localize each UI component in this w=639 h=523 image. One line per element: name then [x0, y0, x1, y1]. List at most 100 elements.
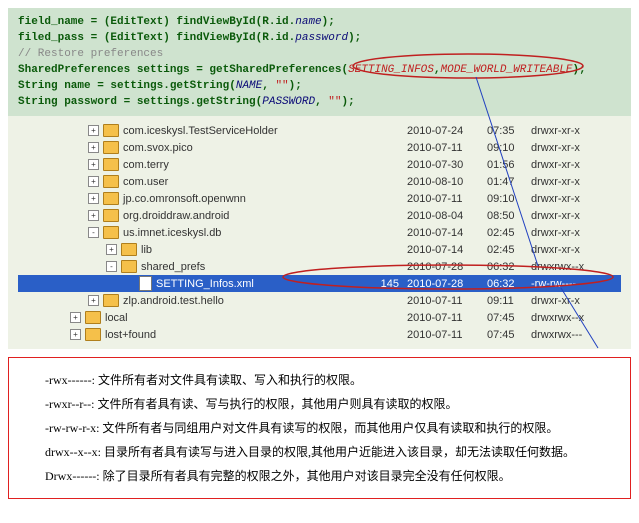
- col-date: 2010-07-11: [407, 312, 487, 324]
- col-permissions: drwxr-xr-x: [531, 142, 621, 154]
- col-date: 2010-07-30: [407, 159, 487, 171]
- col-date: 2010-07-28: [407, 278, 487, 290]
- node-name: us.imnet.iceskysl.db: [123, 227, 221, 239]
- col-permissions: drwxrwx--x: [531, 261, 621, 273]
- folder-icon: [85, 328, 101, 341]
- folder-icon: [103, 209, 119, 222]
- col-size: 145: [359, 278, 407, 290]
- folder-icon: [103, 175, 119, 188]
- node-name: org.droiddraw.android: [123, 210, 229, 222]
- expand-icon[interactable]: +: [88, 193, 99, 204]
- code-block: field_name = (EditText) findViewById(R.i…: [8, 8, 631, 116]
- permissions-explanation: -rwx------: 文件所有者对文件具有读取、写入和执行的权限。-rwxr-…: [8, 357, 631, 499]
- file-icon: [139, 276, 152, 291]
- code-line: // Restore preferences: [18, 46, 621, 62]
- col-date: 2010-07-28: [407, 261, 487, 273]
- col-time: 02:45: [487, 244, 531, 256]
- col-time: 09:10: [487, 193, 531, 205]
- col-date: 2010-07-14: [407, 244, 487, 256]
- expand-icon[interactable]: +: [88, 159, 99, 170]
- col-date: 2010-07-11: [407, 142, 487, 154]
- tree-folder-row[interactable]: + lost+found 2010-07-1107:45drwxrwx---: [18, 326, 621, 343]
- col-date: 2010-07-14: [407, 227, 487, 239]
- expand-icon[interactable]: +: [70, 329, 81, 340]
- node-name: com.terry: [123, 159, 169, 171]
- col-permissions: drwxr-xr-x: [531, 210, 621, 222]
- col-time: 09:10: [487, 142, 531, 154]
- tree-folder-row[interactable]: + jp.co.omronsoft.openwnn 2010-07-1109:10d…: [18, 190, 621, 207]
- folder-icon: [85, 311, 101, 324]
- col-date: 2010-07-11: [407, 329, 487, 341]
- col-time: 08:50: [487, 210, 531, 222]
- code-line: String name = settings.getString(NAME, "…: [18, 78, 621, 94]
- tree-folder-row[interactable]: + org.droiddraw.android 2010-08-0408:50drw…: [18, 207, 621, 224]
- folder-icon: [121, 260, 137, 273]
- node-name: jp.co.omronsoft.openwnn: [123, 193, 246, 205]
- tree-folder-row[interactable]: + zlp.android.test.hello 2010-07-1109:11dr…: [18, 292, 621, 309]
- col-time: 02:45: [487, 227, 531, 239]
- node-name: com.svox.pico: [123, 142, 193, 154]
- col-date: 2010-07-24: [407, 125, 487, 137]
- tree-folder-row[interactable]: +local2010-07-1107:45drwxrwx--x: [18, 309, 621, 326]
- folder-icon: [121, 243, 137, 256]
- col-date: 2010-08-04: [407, 210, 487, 222]
- col-time: 01:47: [487, 176, 531, 188]
- folder-icon: [103, 192, 119, 205]
- col-permissions: drwxr-xr-x: [531, 159, 621, 171]
- folder-icon: [103, 226, 119, 239]
- tree-file-row[interactable]: SETTING_Infos.xml 1452010-07-2806:32-rw-r…: [18, 275, 621, 292]
- col-permissions: -rw-rw----: [531, 278, 621, 290]
- permission-description: Drwx------: 除了目录所有者具有完整的权限之外，其他用户对该目录完全没…: [21, 464, 618, 488]
- node-name: shared_prefs: [141, 261, 205, 273]
- col-date: 2010-07-11: [407, 295, 487, 307]
- tree-folder-row[interactable]: + com.svox.pico 2010-07-1109:10drwxr-xr-x: [18, 139, 621, 156]
- permission-description: drwx--x--x: 目录所有者具有读写与进入目录的权限,其他用户近能进入该目…: [21, 440, 618, 464]
- col-permissions: drwxr-xr-x: [531, 176, 621, 188]
- col-permissions: drwxr-xr-x: [531, 125, 621, 137]
- folder-icon: [103, 141, 119, 154]
- col-time: 01:56: [487, 159, 531, 171]
- col-date: 2010-07-11: [407, 193, 487, 205]
- col-time: 09:11: [487, 295, 531, 307]
- node-name: SETTING_Infos.xml: [156, 278, 254, 290]
- tree-folder-row[interactable]: + com.iceskysl.TestServiceHolder 2010-07-2…: [18, 122, 621, 139]
- tree-folder-row[interactable]: + com.user 2010-08-1001:47drwxr-xr-x: [18, 173, 621, 190]
- col-time: 06:32: [487, 261, 531, 273]
- collapse-icon[interactable]: -: [106, 261, 117, 272]
- col-permissions: drwxrwx--x: [531, 312, 621, 324]
- expand-icon[interactable]: +: [88, 176, 99, 187]
- tree-folder-row[interactable]: + com.terry 2010-07-3001:56drwxr-xr-x: [18, 156, 621, 173]
- folder-icon: [103, 294, 119, 307]
- permission-description: -rwx------: 文件所有者对文件具有读取、写入和执行的权限。: [21, 368, 618, 392]
- col-permissions: drwxr-xr-x: [531, 295, 621, 307]
- expand-icon[interactable]: +: [88, 142, 99, 153]
- tree-folder-row[interactable]: - shared_prefs 2010-07-2806:32drwxrwx--x: [18, 258, 621, 275]
- col-permissions: drwxr-xr-x: [531, 193, 621, 205]
- expand-icon[interactable]: +: [106, 244, 117, 255]
- col-permissions: drwxr-xr-x: [531, 227, 621, 239]
- col-permissions: drwxrwx---: [531, 329, 621, 341]
- permission-description: -rwxr--r--: 文件所有者具有读、写与执行的权限，其他用户则具有读取的权…: [21, 392, 618, 416]
- col-time: 07:45: [487, 329, 531, 341]
- code-line: String password = settings.getString(PAS…: [18, 94, 621, 110]
- folder-icon: [103, 124, 119, 137]
- node-name: zlp.android.test.hello: [123, 295, 224, 307]
- code-line: field_name = (EditText) findViewById(R.i…: [18, 14, 621, 30]
- node-name: lost+found: [105, 329, 156, 341]
- folder-icon: [103, 158, 119, 171]
- collapse-icon[interactable]: -: [88, 227, 99, 238]
- expand-icon[interactable]: +: [88, 210, 99, 221]
- tree-folder-row[interactable]: - us.imnet.iceskysl.db 2010-07-1402:45drwx…: [18, 224, 621, 241]
- expand-icon[interactable]: +: [70, 312, 81, 323]
- node-name: com.user: [123, 176, 168, 188]
- col-time: 06:32: [487, 278, 531, 290]
- col-date: 2010-08-10: [407, 176, 487, 188]
- expand-icon[interactable]: +: [88, 295, 99, 306]
- expand-icon[interactable]: +: [88, 125, 99, 136]
- tree-folder-row[interactable]: +lib2010-07-1402:45drwxr-xr-x: [18, 241, 621, 258]
- col-permissions: drwxr-xr-x: [531, 244, 621, 256]
- permission-description: -rw-rw-r-x: 文件所有者与同组用户对文件具有读写的权限，而其他用户仅具…: [21, 416, 618, 440]
- file-tree: + com.iceskysl.TestServiceHolder 2010-07-2…: [8, 116, 631, 349]
- node-name: com.iceskysl.TestServiceHolder: [123, 125, 278, 137]
- code-line: filed_pass = (EditText) findViewById(R.i…: [18, 30, 621, 46]
